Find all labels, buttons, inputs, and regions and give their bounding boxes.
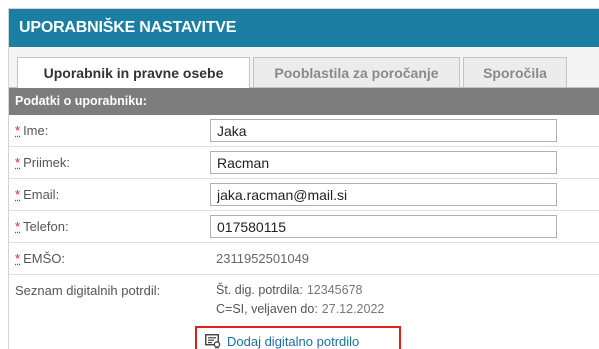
- email-label: * Email:: [15, 187, 60, 202]
- required-marker: *: [15, 251, 21, 266]
- required-marker: *: [15, 219, 21, 234]
- section-header-user-data: Podatki o uporabniku:: [9, 88, 599, 115]
- form-row-emso: * EMŠO: 2311952501049: [9, 243, 599, 275]
- email-input[interactable]: [210, 183, 557, 206]
- phone-label: * Telefon:: [15, 219, 69, 234]
- add-certificate-label: Dodaj digitalno potrdilo: [227, 334, 360, 349]
- add-certificate-button[interactable]: Dodaj digitalno potrdilo: [195, 326, 401, 349]
- form-row-last-name: * Priimek:: [9, 147, 599, 179]
- certificate-validity: C=SI, veljaven do: 27.12.2022: [216, 302, 384, 316]
- tab-users-and-legal-entities[interactable]: Uporabnik in pravne osebe: [17, 57, 250, 88]
- emso-label: * EMŠO:: [15, 251, 65, 266]
- form-row-certificates: Seznam digitalnih potrdil: Št. dig. potr…: [9, 275, 599, 349]
- certificate-validity-value: 27.12.2022: [321, 302, 385, 316]
- last-name-label: * Priimek:: [15, 155, 71, 170]
- first-name-label: * Ime:: [15, 123, 49, 138]
- required-marker: *: [15, 123, 21, 138]
- tab-messages[interactable]: Sporočila: [463, 57, 567, 87]
- user-form: *Ime: *Priimek: *Email: *Telefon: *EMŠO:…: [9, 115, 599, 349]
- last-name-input[interactable]: [210, 151, 557, 174]
- tab-bar: Uporabnik in pravne osebe Pooblastila za…: [9, 47, 599, 88]
- user-settings-panel: UPORABNIŠKE NASTAVITVE Uporabnik in prav…: [8, 8, 599, 349]
- required-marker: *: [15, 155, 21, 170]
- certificates-label: Seznam digitalnih potrdil:: [15, 283, 161, 298]
- page-title: UPORABNIŠKE NASTAVITVE: [9, 9, 599, 47]
- certificate-number: Št. dig. potrdila: 12345678: [216, 283, 362, 297]
- tab-reporting-authorizations[interactable]: Pooblastila za poročanje: [253, 57, 460, 87]
- form-row-first-name: * Ime:: [9, 115, 599, 147]
- form-row-phone: * Telefon:: [9, 211, 599, 243]
- certificate-validity-label: C=SI, veljaven do:: [216, 302, 318, 316]
- certificate-add-icon: [205, 334, 221, 349]
- required-marker: *: [15, 187, 21, 202]
- certificate-number-label: Št. dig. potrdila:: [216, 283, 303, 297]
- form-row-email: * Email:: [9, 179, 599, 211]
- first-name-input[interactable]: [210, 119, 557, 142]
- phone-input[interactable]: [210, 215, 557, 238]
- emso-value: 2311952501049: [216, 251, 310, 266]
- certificate-number-value: 12345678: [306, 283, 363, 297]
